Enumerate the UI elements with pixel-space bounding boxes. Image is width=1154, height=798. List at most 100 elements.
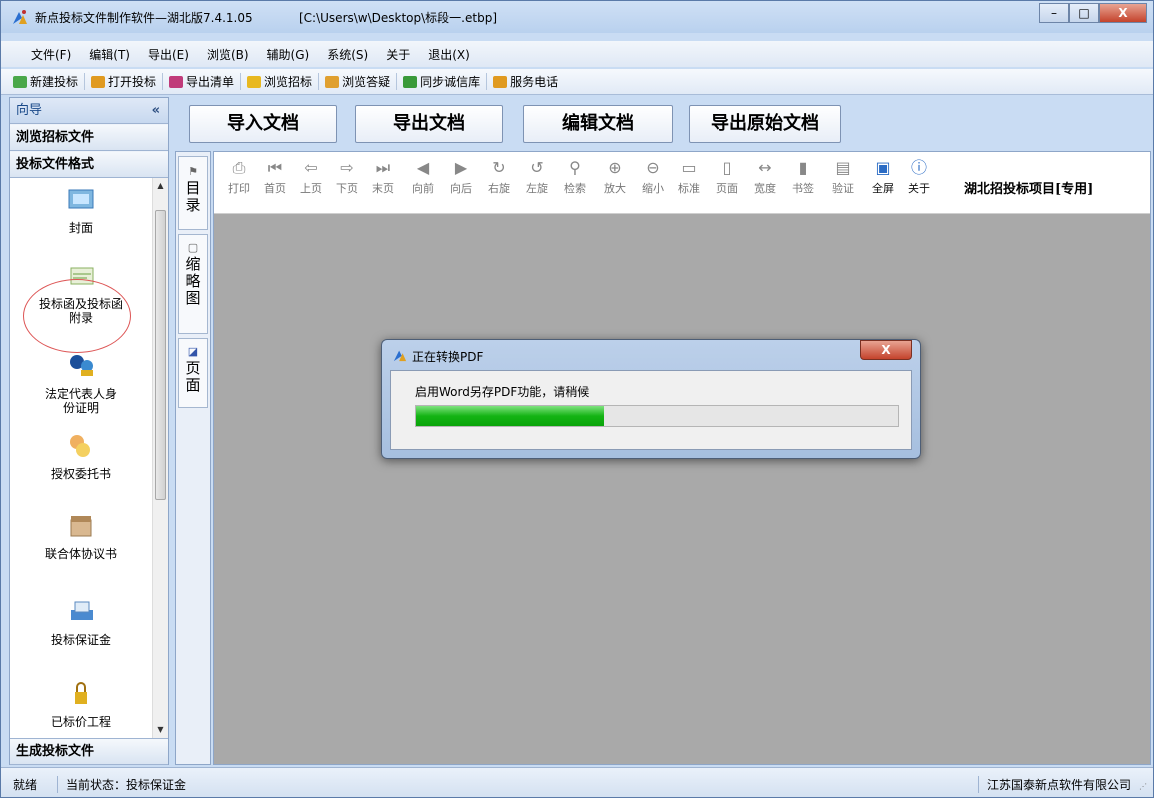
list-item-priced-project[interactable]: 已标价工程 [10,680,152,729]
menu-browse[interactable]: 浏览(B) [207,46,249,63]
menu-system[interactable]: 系统(S) [327,46,368,63]
viewer-tool-button[interactable]: ⏭ 末页 [372,158,394,196]
viewer-tool-label: 页面 [716,182,738,195]
export-document-button[interactable]: 导出文档 [355,105,503,143]
list-item-label: 法定代表人身份证明 [45,387,118,415]
print-button[interactable]: ⎙ 打印 [228,158,250,196]
section-browse-tender[interactable]: 浏览招标文件 [10,125,168,151]
viewer-tool-button[interactable]: ▭ 标准 [678,158,700,196]
viewer-tool-button[interactable]: ⊖ 缩小 [642,158,664,196]
viewer-tool-button[interactable]: ⇦ 上页 [300,158,322,196]
sync-credit-label: 同步诚信库 [420,75,481,89]
sync-credit-button[interactable]: 同步诚信库 [397,73,488,90]
viewer-tool-label: 全屏 [872,182,894,195]
back-icon: ◀ [416,158,430,177]
app-window: 新点投标文件制作软件—湖北版7.4.1.05 [C:\Users\w\Deskt… [0,0,1154,798]
list-item-bid-bond[interactable]: 投标保证金 [10,598,152,647]
viewer-tool-button[interactable]: ↺ 左旋 [526,158,548,196]
highlight-annotation-circle [23,279,131,353]
scroll-thumb[interactable] [155,210,166,500]
new-bid-button[interactable]: 新建投标 [7,73,86,90]
close-button[interactable]: X [1099,3,1147,23]
list-item-cover[interactable]: 封面 [10,186,152,235]
list-scrollbar[interactable]: ▲ ▼ [152,178,168,738]
menu-assist[interactable]: 辅助(G) [267,46,310,63]
status-company: 江苏国泰新点软件有限公司 [977,776,1131,793]
viewer-tool-button[interactable]: ⓘ 关于 [908,158,930,196]
rotate-right-icon: ↻ [492,158,506,177]
main-toolbar: 新建投标 打开投标 导出清单 浏览招标 浏览答疑 同步诚信库 服务电话 [1,69,1153,95]
scroll-up-icon[interactable]: ▲ [153,178,168,194]
dialog-message: 启用Word另存PDF功能，请稍候 [415,385,590,399]
browse-qa-label: 浏览答疑 [342,75,391,89]
first-page-icon: ⏮ [267,158,283,177]
open-bid-button[interactable]: 打开投标 [85,73,164,90]
viewer-tool-label: 首页 [264,182,286,195]
collapse-pane-button[interactable]: « [152,98,160,124]
document-action-bar: 导入文档 导出文档 编辑文档 导出原始文档 [175,97,1151,149]
authorization-icon [70,435,90,457]
export-list-button[interactable]: 导出清单 [163,73,242,90]
viewer-tool-button[interactable]: ▮ 书签 [792,158,814,196]
menu-about[interactable]: 关于 [386,46,410,63]
viewer-tool-button[interactable]: ▤ 验证 [832,158,854,196]
maximize-button[interactable]: □ [1069,3,1099,23]
format-item-list[interactable]: 封面 投标函及投标函附录 法定代表人身份证明 授权委托书 联合体协议书 投标保证… [10,178,168,738]
list-item-legal-rep[interactable]: 法定代表人身份证明 [10,352,152,415]
viewer-tool-button[interactable]: ⊕ 放大 [604,158,626,196]
list-item-authorization[interactable]: 授权委托书 [10,432,152,481]
viewer-tool-label: 左旋 [526,182,548,195]
browse-qa-button[interactable]: 浏览答疑 [319,73,398,90]
viewer-tool-button[interactable]: ⇨ 下页 [336,158,358,196]
title-bar[interactable]: 新点投标文件制作软件—湖北版7.4.1.05 [C:\Users\w\Deskt… [1,1,1153,33]
tab-contents-label: 目录 [185,179,201,214]
list-item-label: 已标价工程 [50,715,111,729]
browse-tender-button[interactable]: 浏览招标 [241,73,320,90]
list-item-label: 封面 [68,221,93,235]
viewer-tool-button[interactable]: ▶ 向后 [450,158,472,196]
menu-file[interactable]: 文件(F) [31,46,71,63]
status-bar: 就绪 当前状态：投标保证金 江苏国泰新点软件有限公司 ⋰ [1,767,1153,797]
viewer-tool-button[interactable]: ▣ 全屏 [872,158,894,196]
rotate-left-icon: ↺ [530,158,544,177]
tab-thumbnails[interactable]: ▢ 缩略图 [178,234,208,334]
export-list-label: 导出清单 [186,75,235,89]
viewer-tool-button[interactable]: ▯ 页面 [716,158,738,196]
viewer-tool-label: 右旋 [488,182,510,195]
browse-qa-icon [325,75,340,88]
edit-document-button[interactable]: 编辑文档 [523,105,673,143]
minimize-button[interactable]: – [1039,3,1069,23]
window-controls: – □ X [1039,3,1147,23]
scroll-down-icon[interactable]: ▼ [153,722,168,738]
menu-edit[interactable]: 编辑(T) [89,46,130,63]
tab-pages-label: 页面 [185,359,201,394]
viewer-tool-button[interactable]: ↔ 宽度 [754,158,776,196]
window-file-path: [C:\Users\w\Desktop\标段一.etbp] [299,11,498,25]
tab-pages[interactable]: ◪ 页面 [178,338,208,408]
tab-contents[interactable]: ⚑ 目录 [178,156,208,230]
viewer-tool-button[interactable]: ⚲ 检索 [564,158,586,196]
service-phone-button[interactable]: 服务电话 [487,73,564,90]
viewer-tool-button[interactable]: ⏮ 首页 [264,158,286,196]
import-document-button[interactable]: 导入文档 [189,105,337,143]
viewer-side-tabs: ⚑ 目录 ▢ 缩略图 ◪ 页面 [175,151,211,765]
viewer-tool-label: 宽度 [754,182,776,195]
forward-icon: ▶ [454,158,468,177]
thumbnail-tab-icon: ▢ [187,241,199,254]
viewer-tool-button[interactable]: ↻ 右旋 [488,158,510,196]
menu-export[interactable]: 导出(E) [148,46,189,63]
service-phone-label: 服务电话 [510,75,559,89]
cover-icon [68,189,94,209]
export-original-document-button[interactable]: 导出原始文档 [689,105,841,143]
section-generate-bid[interactable]: 生成投标文件 [10,738,168,765]
bookmark-icon: ▮ [798,158,808,177]
viewer-tool-label: 下页 [336,182,358,195]
open-bid-label: 打开投标 [108,75,157,89]
resize-grip-icon[interactable]: ⋰ [1139,782,1149,792]
section-bid-format[interactable]: 投标文件格式 [10,152,168,178]
list-item-consortium[interactable]: 联合体协议书 [10,512,152,561]
menu-exit[interactable]: 退出(X) [428,46,470,63]
print-icon: ⎙ [232,158,246,177]
dialog-close-button[interactable]: X [860,340,912,360]
viewer-tool-button[interactable]: ◀ 向前 [412,158,434,196]
